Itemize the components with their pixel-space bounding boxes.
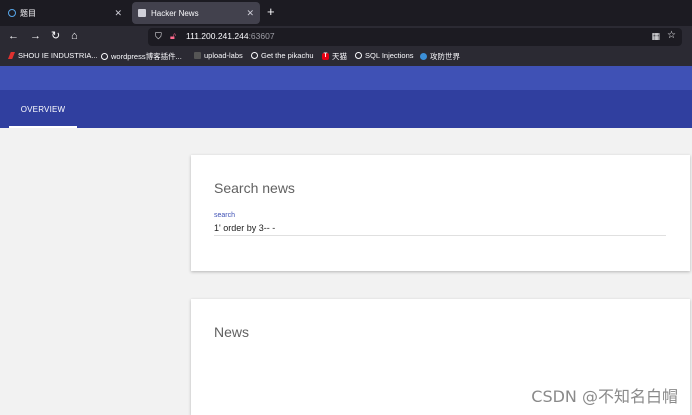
search-news-card: Search news search — [191, 155, 690, 271]
home-icon[interactable]: ⌂ — [71, 30, 78, 42]
globe-icon — [355, 52, 362, 59]
bookmark-shou[interactable]: SHOU IE INDUSTRIA... — [8, 51, 98, 60]
close-icon[interactable]: ✕ — [246, 8, 254, 19]
tab-overview[interactable]: OVERVIEW — [9, 90, 77, 128]
back-arrow-icon[interactable]: ← — [8, 30, 19, 42]
bookmark-pikachu[interactable]: Get the pikachu — [251, 51, 314, 60]
bookmark-sql-injections[interactable]: SQL Injections — [355, 51, 414, 60]
page-icon — [138, 9, 146, 17]
bookmark-wordpress[interactable]: wordpress博客插件... — [101, 51, 182, 62]
app-tab-bar: OVERVIEW — [0, 90, 692, 128]
tab-title: 题目 — [20, 8, 36, 18]
shield-icon[interactable]: ⛉ — [155, 31, 162, 42]
search-field-label: search — [214, 212, 236, 219]
browser-tab-2[interactable]: Hacker News ✕ — [132, 2, 260, 24]
app-header — [0, 66, 692, 90]
bookmark-upload-labs[interactable]: upload-labs — [194, 51, 243, 60]
browser-tab-bar: 题目 ✕ Hacker News ✕ + — [0, 0, 692, 26]
globe-icon — [251, 52, 258, 59]
card-title: News — [214, 324, 250, 340]
bookmarks-bar: SHOU IE INDUSTRIA... wordpress博客插件... up… — [0, 48, 692, 66]
globe-icon — [101, 53, 108, 60]
card-title: Search news — [214, 180, 295, 196]
forward-arrow-icon[interactable]: → — [30, 30, 41, 42]
search-input[interactable] — [214, 221, 666, 236]
new-tab-button[interactable]: + — [267, 5, 275, 19]
star-icon[interactable]: ☆ — [667, 30, 676, 41]
close-icon[interactable]: ✕ — [114, 8, 122, 19]
red-flag-icon — [8, 52, 15, 59]
insecure-lock-icon[interactable]: 🔓︎ — [170, 31, 176, 42]
site-icon — [8, 9, 16, 17]
tab-title: Hacker News — [151, 8, 199, 18]
bookmark-tmall[interactable]: T 天猫 — [322, 51, 347, 62]
browser-tab-1[interactable]: 题目 ✕ — [2, 2, 128, 24]
bookmark-adworld[interactable]: 攻防世界 — [420, 51, 460, 62]
url-bar[interactable]: ⛉ 🔓︎ 111.200.241.244:63607 ▦ ☆ — [148, 28, 682, 46]
browser-nav-bar: ← → ↻ ⌂ ⛉ 🔓︎ 111.200.241.244:63607 ▦ ☆ — [0, 26, 692, 48]
qr-code-icon[interactable]: ▦ — [651, 31, 660, 42]
blue-circle-icon — [420, 53, 427, 60]
reload-icon[interactable]: ↻ — [51, 30, 60, 42]
url-text[interactable]: 111.200.241.244:63607 — [186, 31, 275, 41]
watermark: CSDN @不知名白帽 — [531, 387, 678, 406]
dark-page-icon — [194, 52, 201, 59]
tmall-icon: T — [322, 53, 329, 60]
